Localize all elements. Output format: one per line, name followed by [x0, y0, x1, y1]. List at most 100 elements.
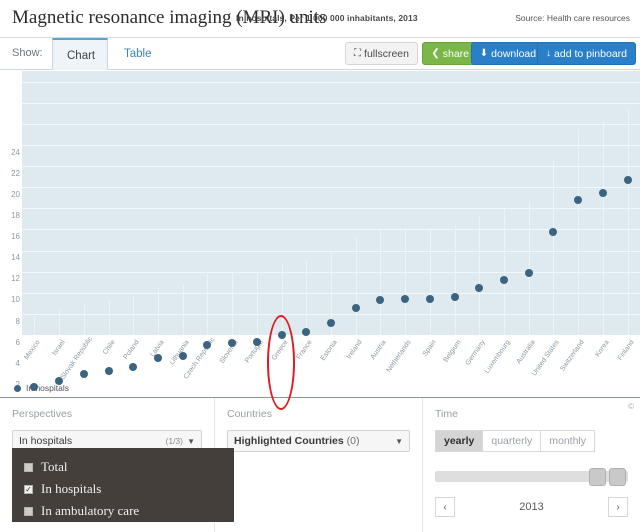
year-value: 2013: [519, 501, 544, 513]
data-point[interactable]: [598, 188, 607, 197]
stem-line: [429, 228, 431, 335]
data-point[interactable]: [524, 268, 533, 277]
stem-line: [281, 264, 283, 335]
grid-line: [22, 166, 640, 168]
stem-line: [578, 129, 580, 335]
year-next-button[interactable]: ›: [607, 497, 628, 517]
perspectives-option-label: In hospitals: [41, 481, 102, 496]
checkbox-icon[interactable]: [24, 506, 33, 516]
grid-line: [22, 229, 640, 231]
perspectives-fraction: (1/3): [165, 436, 183, 446]
y-axis-tick-label: 18: [11, 210, 20, 220]
countries-select[interactable]: Highlighted Countries (0) ▼: [227, 430, 410, 452]
time-granularity-monthly[interactable]: monthly: [541, 430, 595, 452]
share-button[interactable]: ❮ share: [422, 42, 478, 65]
checkbox-checked-icon[interactable]: ✓: [24, 484, 33, 494]
download-label: download: [491, 47, 537, 60]
show-label: Show:: [12, 47, 43, 59]
perspectives-dropdown-menu[interactable]: Total ✓ In hospitals In ambulatory care: [12, 448, 234, 522]
perspectives-option-label: Total: [41, 459, 68, 474]
stem-line: [504, 209, 506, 335]
pin-icon: ↓: [546, 47, 552, 59]
controls-panel: Perspectives In hospitals (1/3) ▼ Total ✓…: [0, 397, 640, 532]
perspectives-option[interactable]: Total: [12, 456, 234, 478]
countries-panel: Countries Highlighted Countries (0) ▼: [215, 398, 423, 532]
data-point[interactable]: [252, 337, 261, 346]
data-point[interactable]: [129, 362, 138, 371]
chevron-down-icon: ▼: [395, 436, 403, 446]
share-icon: ❮: [431, 47, 440, 59]
chevron-down-icon: ▼: [187, 436, 195, 446]
chart-legend: In hospitals: [14, 383, 69, 393]
data-point[interactable]: [104, 367, 113, 376]
copyright-icon: ©: [628, 402, 634, 411]
chart-area: 24681012141618202224 MexicoIsraelSlovak …: [0, 71, 640, 410]
stem-line: [627, 109, 629, 335]
grid-line: [22, 208, 640, 210]
stem-line: [256, 270, 258, 335]
slider-handle-start[interactable]: [589, 468, 606, 486]
time-granularity-group[interactable]: yearly quarterly monthly: [435, 430, 628, 452]
year-prev-button[interactable]: ‹: [435, 497, 455, 517]
time-range-slider[interactable]: [435, 468, 628, 486]
share-label: share: [442, 47, 469, 60]
stem-line: [108, 300, 110, 335]
tab-table[interactable]: Table: [110, 38, 166, 70]
stem-line: [355, 236, 357, 335]
perspectives-panel: Perspectives In hospitals (1/3) ▼ Total ✓…: [0, 398, 234, 532]
stem-line: [157, 287, 159, 335]
countries-selected-value: Highlighted Countries: [234, 435, 344, 447]
add-to-pinboard-button[interactable]: ↓ add to pinboard: [537, 42, 636, 65]
perspectives-option[interactable]: In ambulatory care: [12, 500, 234, 522]
perspectives-option[interactable]: ✓ In hospitals: [12, 478, 234, 500]
pinboard-label: add to pinboard: [554, 47, 627, 60]
fullscreen-button[interactable]: ⛶ fullscreen: [345, 42, 418, 65]
grid-line: [22, 144, 640, 146]
data-point[interactable]: [178, 352, 187, 361]
grid-line: [22, 123, 640, 125]
data-point[interactable]: [277, 331, 286, 340]
data-point[interactable]: [623, 176, 632, 185]
stem-line: [380, 229, 382, 335]
tab-chart[interactable]: Chart: [52, 38, 108, 70]
stem-line: [306, 261, 308, 335]
time-panel: © Time yearly quarterly monthly ‹ 2013 ›: [423, 398, 640, 532]
perspectives-selected-value: In hospitals: [19, 435, 73, 447]
download-icon: ⬇: [479, 47, 489, 59]
data-point[interactable]: [153, 354, 162, 363]
perspectives-option-label: In ambulatory care: [41, 503, 140, 518]
stem-line: [59, 309, 61, 335]
plot-canvas[interactable]: [22, 71, 640, 335]
grid-line: [22, 187, 640, 189]
data-point[interactable]: [327, 318, 335, 327]
time-granularity-quarterly[interactable]: quarterly: [483, 430, 542, 452]
legend-label: In hospitals: [26, 383, 69, 393]
countries-count: (0): [346, 435, 360, 447]
stem-line: [454, 226, 456, 335]
stem-line: [479, 216, 481, 335]
page-header: Magnetic resonance imaging (MRI) units I…: [0, 0, 640, 38]
y-axis-tick-label: 20: [11, 189, 20, 199]
data-point[interactable]: [228, 338, 237, 347]
checkbox-icon[interactable]: [24, 462, 33, 472]
slider-handle-end[interactable]: [609, 468, 626, 486]
year-stepper: ‹ 2013 ›: [435, 497, 628, 517]
data-point[interactable]: [450, 293, 459, 302]
y-axis-tick-label: 24: [11, 147, 20, 157]
grid-line: [22, 102, 640, 104]
stem-line: [34, 315, 36, 335]
fullscreen-label: fullscreen: [364, 47, 409, 60]
y-axis-tick-label: 10: [11, 295, 20, 305]
y-axis-tick-label: 16: [11, 232, 20, 242]
y-axis-tick-label: 14: [11, 253, 20, 263]
y-axis-tick-label: 6: [15, 337, 20, 347]
stem-line: [232, 271, 234, 335]
data-point[interactable]: [351, 303, 360, 312]
stem-line: [602, 121, 604, 335]
source-label: Source: Health care resources: [515, 13, 630, 23]
time-title: Time: [435, 408, 458, 420]
data-point[interactable]: [475, 283, 484, 292]
time-granularity-yearly[interactable]: yearly: [435, 430, 484, 452]
y-axis-tick-label: 22: [11, 168, 20, 178]
grid-line: [22, 81, 640, 83]
